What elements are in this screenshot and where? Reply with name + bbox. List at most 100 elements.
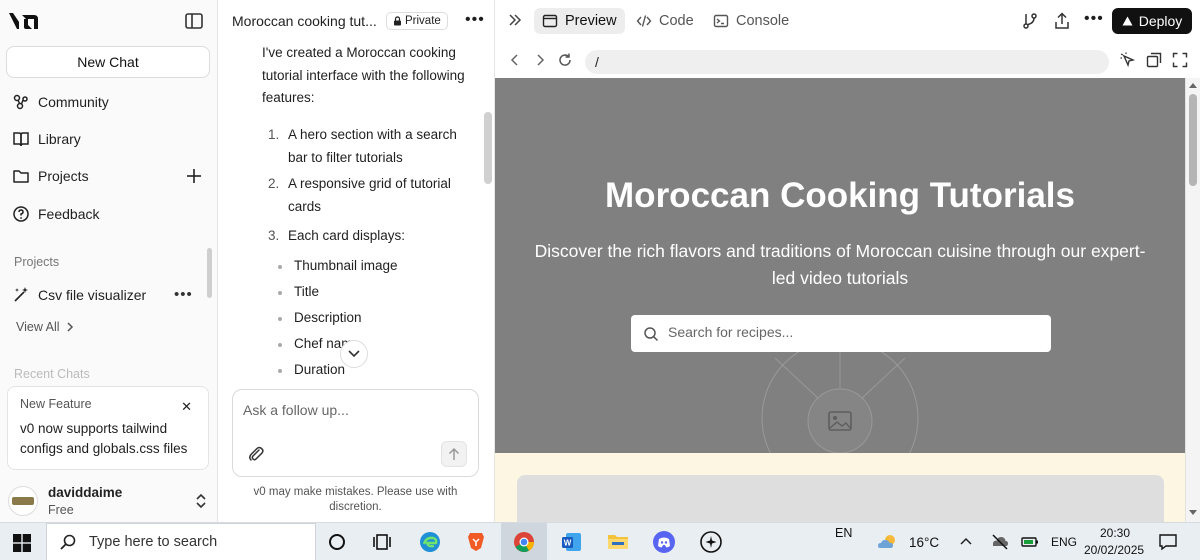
project-item-csv-visualizer[interactable]: Csv file visualizer: [12, 284, 198, 306]
new-chat-button[interactable]: New Chat: [6, 46, 210, 78]
v0-logo-icon[interactable]: [8, 10, 40, 32]
new-feature-card: New Feature v0 now supports tailwind con…: [7, 386, 209, 470]
scroll-to-bottom-button[interactable]: [340, 340, 368, 368]
expand-panel-icon[interactable]: [507, 12, 523, 28]
magic-wand-icon: [14, 287, 28, 302]
forward-icon[interactable]: [532, 52, 548, 68]
disclaimer-text: v0 may make mistakes. Please use with di…: [253, 486, 458, 513]
language-indicator[interactable]: ENG: [1051, 535, 1077, 549]
project-more-icon[interactable]: •••: [174, 286, 193, 303]
user-plan: Free: [48, 503, 74, 517]
git-branch-icon[interactable]: [1020, 11, 1040, 31]
clock-date[interactable]: 20/02/2025: [1084, 543, 1144, 557]
project-item-label: Csv file visualizer: [38, 287, 147, 303]
more-options-icon[interactable]: •••: [1084, 10, 1104, 30]
refresh-icon[interactable]: [557, 52, 573, 68]
scroll-down-arrow-icon[interactable]: [1189, 510, 1197, 516]
chat-header: Moroccan cooking tut... Private •••: [218, 0, 495, 42]
close-icon[interactable]: ✕: [181, 399, 192, 415]
feature-body: v0 now supports tailwind configs and glo…: [20, 421, 188, 456]
list-item: 3. Each card displays:: [268, 225, 468, 248]
windows-start-icon[interactable]: [13, 534, 31, 552]
snipping-tool-icon[interactable]: [699, 530, 723, 554]
private-badge[interactable]: Private: [386, 12, 448, 30]
hero-title: Moroccan Cooking Tutorials: [605, 176, 1075, 215]
view-all-link[interactable]: View All: [16, 320, 74, 334]
sidebar-item-projects[interactable]: Projects: [12, 164, 89, 188]
url-field[interactable]: /: [585, 50, 1109, 74]
plus-icon[interactable]: [185, 167, 203, 185]
file-explorer-icon[interactable]: [606, 530, 630, 554]
network-offline-icon[interactable]: [990, 532, 1010, 552]
tab-console[interactable]: Console: [705, 8, 797, 34]
weather-cloud-icon[interactable]: [876, 530, 900, 554]
chat-more-icon[interactable]: •••: [465, 11, 485, 29]
share-icon[interactable]: [1052, 11, 1072, 31]
task-view-icon[interactable]: [370, 530, 394, 554]
send-button[interactable]: [441, 441, 467, 467]
bullet-item: Title: [277, 284, 320, 299]
avatar: [8, 486, 38, 516]
tab-label: Code: [659, 13, 694, 29]
preview-scrollbar-thumb[interactable]: [1189, 94, 1197, 186]
user-menu[interactable]: daviddaime Free: [8, 484, 212, 518]
fullscreen-icon[interactable]: [1172, 52, 1188, 68]
list-number: 1.: [268, 127, 280, 142]
sidebar-item-label: Library: [38, 131, 81, 147]
chevron-right-icon: [67, 322, 73, 332]
tab-preview[interactable]: Preview: [534, 8, 625, 34]
sidebar-item-community[interactable]: Community: [12, 90, 109, 114]
list-text: A hero section with a search bar to filt…: [288, 127, 457, 165]
tab-code[interactable]: Code: [628, 8, 702, 34]
edge-browser-icon[interactable]: [418, 530, 442, 554]
community-icon: [13, 94, 28, 110]
discord-icon[interactable]: [652, 530, 676, 554]
sidebar-item-library[interactable]: Library: [12, 127, 81, 151]
language-indicator-top[interactable]: EN: [835, 526, 852, 540]
chevrons-up-down-icon[interactable]: [194, 492, 208, 510]
chat-panel: Moroccan cooking tut... Private ••• I've…: [218, 0, 495, 522]
scroll-up-arrow-icon[interactable]: [1189, 82, 1197, 88]
taskbar-search-placeholder: Type here to search: [89, 534, 218, 550]
chat-scrollbar[interactable]: [484, 112, 492, 184]
sidebar-toggle-icon[interactable]: [184, 11, 204, 31]
recent-chats-label: Recent Chats: [14, 367, 90, 381]
list-number: 2.: [268, 176, 280, 191]
triangle-icon: [1122, 16, 1133, 26]
clock-time[interactable]: 20:30: [1100, 526, 1130, 540]
code-icon: [636, 15, 652, 27]
message-composer: [232, 389, 479, 477]
deploy-button[interactable]: Deploy: [1112, 8, 1192, 34]
taskbar-search[interactable]: Type here to search: [46, 523, 316, 560]
private-badge-label: Private: [405, 15, 441, 27]
recipe-search-input[interactable]: [668, 324, 1038, 340]
browser-window-icon: [542, 14, 558, 28]
cortana-icon[interactable]: [325, 530, 349, 554]
paperclip-icon[interactable]: [247, 445, 265, 463]
chat-title[interactable]: Moroccan cooking tut...: [232, 13, 377, 29]
follow-up-input[interactable]: [243, 402, 463, 418]
book-icon: [13, 132, 29, 147]
list-text: A responsive grid of tutorial cards: [288, 176, 451, 214]
back-icon[interactable]: [507, 52, 523, 68]
url-text: /: [595, 54, 599, 70]
chevron-up-icon[interactable]: [958, 534, 974, 550]
feature-title: New Feature: [20, 397, 92, 411]
sidebar-scrollbar[interactable]: [207, 248, 212, 298]
notifications-icon[interactable]: [1158, 532, 1178, 552]
open-new-window-icon[interactable]: [1146, 52, 1162, 68]
temperature[interactable]: 16°C: [909, 535, 939, 550]
hero-subtitle: Discover the rich flavors and traditions…: [534, 241, 1146, 288]
word-icon[interactable]: W: [560, 530, 584, 554]
battery-charging-icon[interactable]: [1020, 532, 1040, 552]
view-all-label: View All: [16, 320, 60, 334]
sidebar-item-feedback[interactable]: Feedback: [12, 202, 99, 226]
preview-scrollbar[interactable]: [1185, 78, 1200, 522]
chrome-browser-icon[interactable]: [512, 530, 536, 554]
assistant-message: I've created a Moroccan cooking tutorial…: [262, 45, 465, 105]
site-preview: Moroccan Cooking Tutorials Discover the …: [495, 78, 1185, 522]
brave-browser-icon[interactable]: [464, 530, 488, 554]
select-element-icon[interactable]: [1120, 52, 1136, 68]
list-item: 2. A responsive grid of tutorial cards: [268, 173, 468, 218]
tutorial-card-skeleton[interactable]: [517, 475, 1164, 522]
